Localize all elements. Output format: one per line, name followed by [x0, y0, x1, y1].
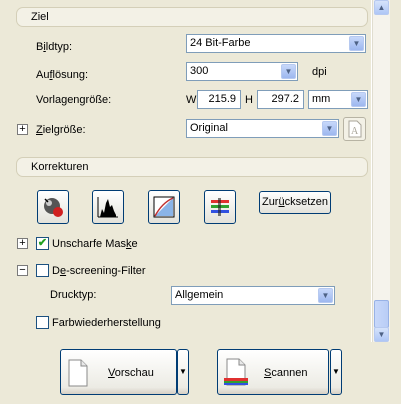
unit-value: mm [312, 93, 331, 105]
aufloesung-label: Auflösung: [36, 69, 89, 81]
zielgroesse-label: Zielgröße: [36, 124, 86, 136]
chevron-down-icon[interactable]: ▼ [322, 121, 337, 136]
farbwiederherstellung-checkbox[interactable] [36, 316, 49, 329]
preview-button[interactable]: Vorschau [60, 349, 177, 395]
svg-text:A: A [351, 126, 359, 137]
chevron-down-icon[interactable]: ▼ [351, 92, 366, 107]
bildtyp-value: 24 Bit-Farbe [190, 37, 251, 49]
histogram-button[interactable] [92, 190, 124, 224]
section-header-korrekturen: Korrekturen [16, 157, 368, 177]
zielgroesse-select[interactable]: Original ▼ [186, 119, 339, 138]
zielgroesse-value: Original [190, 122, 228, 134]
height-label: H [245, 94, 253, 106]
preview-dropdown-button[interactable]: ▼ [177, 349, 189, 395]
expand-unscharfe-maske-button[interactable]: + [17, 238, 28, 249]
page-orientation-icon: A [348, 120, 362, 138]
color-palette-button[interactable] [204, 190, 236, 224]
auto-exposure-icon [44, 198, 63, 217]
orientation-button[interactable]: A [343, 117, 366, 141]
scan-dropdown-button[interactable]: ▼ [330, 349, 342, 395]
descreening-checkbox[interactable] [36, 264, 49, 277]
preview-label: Vorschau [108, 367, 154, 379]
scroll-thumb[interactable] [374, 300, 389, 328]
drucktyp-label: Drucktyp: [50, 289, 97, 301]
color-palette-icon [211, 198, 229, 216]
width-input[interactable]: 215.9 [197, 90, 241, 109]
aufloesung-combo[interactable]: 300 ▼ [186, 62, 298, 81]
collapse-descreening-button[interactable]: − [17, 265, 28, 276]
scroll-down-button[interactable]: ▼ [374, 327, 389, 342]
tone-curve-button[interactable] [148, 190, 180, 224]
auto-exposure-button[interactable] [37, 190, 69, 224]
scan-document-icon [224, 358, 248, 386]
vorlagengroesse-label: Vorlagengröße: [36, 94, 112, 106]
chevron-down-icon[interactable]: ▼ [349, 36, 364, 51]
farbwiederherstellung-label: Farbwiederherstellung [52, 317, 161, 329]
bildtyp-label: Bildtyp: [36, 41, 73, 53]
dpi-unit: dpi [312, 66, 327, 78]
width-label: W [186, 94, 197, 106]
chevron-down-icon[interactable]: ▼ [318, 288, 333, 303]
aufloesung-value: 300 [190, 65, 209, 77]
histogram-icon [97, 197, 118, 218]
drucktyp-value: Allgemein [175, 289, 224, 301]
descreening-label: De-screening-Filter [52, 265, 146, 277]
bildtyp-select[interactable]: 24 Bit-Farbe ▼ [186, 34, 366, 53]
scan-button[interactable]: Scannen [217, 349, 329, 395]
document-icon [68, 359, 88, 387]
settings-panel: Ziel Bildtyp: 24 Bit-Farbe ▼ Auflösung: … [0, 0, 372, 342]
height-input[interactable]: 297.2 [257, 90, 304, 109]
expand-zielgroesse-button[interactable]: + [17, 124, 28, 135]
vertical-scrollbar[interactable]: ▲ ▼ [372, 0, 390, 342]
section-header-ziel: Ziel [16, 7, 368, 27]
scroll-up-button[interactable]: ▲ [374, 0, 389, 15]
section-title-korrekturen: Korrekturen [31, 161, 89, 173]
drucktyp-select[interactable]: Allgemein ▼ [171, 286, 335, 305]
tone-curve-icon [153, 196, 175, 218]
reset-button[interactable]: Zurücksetzen [259, 191, 331, 214]
chevron-down-icon[interactable]: ▼ [281, 64, 296, 79]
scan-label: Scannen [264, 367, 308, 379]
unscharfe-maske-label: Unscharfe Maske [52, 238, 138, 250]
section-title-ziel: Ziel [31, 11, 49, 23]
unit-select[interactable]: mm ▼ [308, 90, 368, 109]
unscharfe-maske-checkbox[interactable]: ✔ [36, 237, 49, 250]
